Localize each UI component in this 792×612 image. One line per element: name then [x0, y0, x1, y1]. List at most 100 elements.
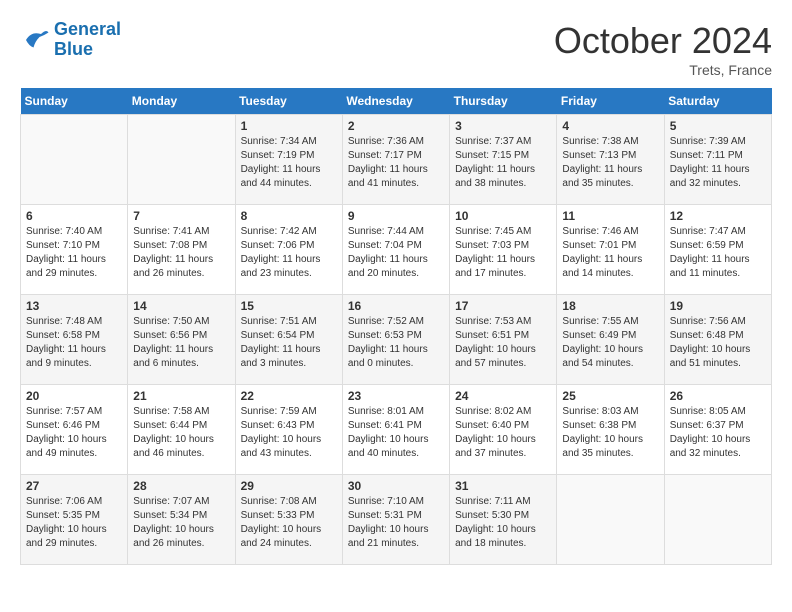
day-info: Sunrise: 7:39 AMSunset: 7:11 PMDaylight:… — [670, 135, 766, 191]
day-cell: 29 Sunrise: 7:08 AMSunset: 5:33 PMDaylig… — [235, 475, 342, 565]
day-number: 6 — [26, 209, 122, 223]
day-cell: 2 Sunrise: 7:36 AMSunset: 7:17 PMDayligh… — [342, 115, 449, 205]
day-info: Sunrise: 7:40 AMSunset: 7:10 PMDaylight:… — [26, 225, 122, 281]
day-cell: 30 Sunrise: 7:10 AMSunset: 5:31 PMDaylig… — [342, 475, 449, 565]
month-title: October 2024 — [554, 20, 772, 62]
day-number: 15 — [241, 299, 337, 313]
header-wednesday: Wednesday — [342, 88, 449, 115]
day-info: Sunrise: 7:41 AMSunset: 7:08 PMDaylight:… — [133, 225, 229, 281]
day-cell: 10 Sunrise: 7:45 AMSunset: 7:03 PMDaylig… — [450, 205, 557, 295]
day-cell: 28 Sunrise: 7:07 AMSunset: 5:34 PMDaylig… — [128, 475, 235, 565]
logo-line2: Blue — [54, 39, 93, 59]
day-number: 11 — [562, 209, 658, 223]
day-cell: 22 Sunrise: 7:59 AMSunset: 6:43 PMDaylig… — [235, 385, 342, 475]
day-info: Sunrise: 7:45 AMSunset: 7:03 PMDaylight:… — [455, 225, 551, 281]
week-row-4: 27 Sunrise: 7:06 AMSunset: 5:35 PMDaylig… — [21, 475, 772, 565]
week-row-3: 20 Sunrise: 7:57 AMSunset: 6:46 PMDaylig… — [21, 385, 772, 475]
calendar-header-row: SundayMondayTuesdayWednesdayThursdayFrid… — [21, 88, 772, 115]
day-number: 14 — [133, 299, 229, 313]
day-info: Sunrise: 7:44 AMSunset: 7:04 PMDaylight:… — [348, 225, 444, 281]
day-cell: 7 Sunrise: 7:41 AMSunset: 7:08 PMDayligh… — [128, 205, 235, 295]
day-info: Sunrise: 7:51 AMSunset: 6:54 PMDaylight:… — [241, 315, 337, 371]
day-info: Sunrise: 7:34 AMSunset: 7:19 PMDaylight:… — [241, 135, 337, 191]
day-cell: 14 Sunrise: 7:50 AMSunset: 6:56 PMDaylig… — [128, 295, 235, 385]
day-info: Sunrise: 7:37 AMSunset: 7:15 PMDaylight:… — [455, 135, 551, 191]
day-number: 25 — [562, 389, 658, 403]
day-info: Sunrise: 7:42 AMSunset: 7:06 PMDaylight:… — [241, 225, 337, 281]
day-info: Sunrise: 7:11 AMSunset: 5:30 PMDaylight:… — [455, 495, 551, 551]
day-info: Sunrise: 7:59 AMSunset: 6:43 PMDaylight:… — [241, 405, 337, 461]
day-cell: 6 Sunrise: 7:40 AMSunset: 7:10 PMDayligh… — [21, 205, 128, 295]
page-header: General Blue October 2024 Trets, France — [20, 20, 772, 78]
day-info: Sunrise: 7:08 AMSunset: 5:33 PMDaylight:… — [241, 495, 337, 551]
header-tuesday: Tuesday — [235, 88, 342, 115]
logo-line1: General — [54, 19, 121, 39]
day-info: Sunrise: 7:47 AMSunset: 6:59 PMDaylight:… — [670, 225, 766, 281]
day-number: 29 — [241, 479, 337, 493]
day-cell: 5 Sunrise: 7:39 AMSunset: 7:11 PMDayligh… — [664, 115, 771, 205]
day-info: Sunrise: 7:58 AMSunset: 6:44 PMDaylight:… — [133, 405, 229, 461]
day-cell: 18 Sunrise: 7:55 AMSunset: 6:49 PMDaylig… — [557, 295, 664, 385]
header-friday: Friday — [557, 88, 664, 115]
day-number: 4 — [562, 119, 658, 133]
day-cell: 23 Sunrise: 8:01 AMSunset: 6:41 PMDaylig… — [342, 385, 449, 475]
day-info: Sunrise: 7:36 AMSunset: 7:17 PMDaylight:… — [348, 135, 444, 191]
day-info: Sunrise: 7:06 AMSunset: 5:35 PMDaylight:… — [26, 495, 122, 551]
location-subtitle: Trets, France — [554, 62, 772, 78]
day-info: Sunrise: 7:38 AMSunset: 7:13 PMDaylight:… — [562, 135, 658, 191]
day-cell: 15 Sunrise: 7:51 AMSunset: 6:54 PMDaylig… — [235, 295, 342, 385]
day-info: Sunrise: 8:05 AMSunset: 6:37 PMDaylight:… — [670, 405, 766, 461]
day-cell: 17 Sunrise: 7:53 AMSunset: 6:51 PMDaylig… — [450, 295, 557, 385]
header-sunday: Sunday — [21, 88, 128, 115]
day-number: 1 — [241, 119, 337, 133]
day-info: Sunrise: 8:03 AMSunset: 6:38 PMDaylight:… — [562, 405, 658, 461]
week-row-0: 1 Sunrise: 7:34 AMSunset: 7:19 PMDayligh… — [21, 115, 772, 205]
week-row-2: 13 Sunrise: 7:48 AMSunset: 6:58 PMDaylig… — [21, 295, 772, 385]
day-cell: 26 Sunrise: 8:05 AMSunset: 6:37 PMDaylig… — [664, 385, 771, 475]
day-info: Sunrise: 7:50 AMSunset: 6:56 PMDaylight:… — [133, 315, 229, 371]
day-info: Sunrise: 7:53 AMSunset: 6:51 PMDaylight:… — [455, 315, 551, 371]
header-saturday: Saturday — [664, 88, 771, 115]
day-cell: 27 Sunrise: 7:06 AMSunset: 5:35 PMDaylig… — [21, 475, 128, 565]
day-cell: 4 Sunrise: 7:38 AMSunset: 7:13 PMDayligh… — [557, 115, 664, 205]
day-number: 24 — [455, 389, 551, 403]
day-info: Sunrise: 7:07 AMSunset: 5:34 PMDaylight:… — [133, 495, 229, 551]
day-number: 30 — [348, 479, 444, 493]
day-number: 7 — [133, 209, 229, 223]
day-number: 31 — [455, 479, 551, 493]
day-info: Sunrise: 7:48 AMSunset: 6:58 PMDaylight:… — [26, 315, 122, 371]
day-number: 28 — [133, 479, 229, 493]
day-number: 20 — [26, 389, 122, 403]
day-cell: 24 Sunrise: 8:02 AMSunset: 6:40 PMDaylig… — [450, 385, 557, 475]
calendar-table: SundayMondayTuesdayWednesdayThursdayFrid… — [20, 88, 772, 565]
day-number: 17 — [455, 299, 551, 313]
day-cell — [664, 475, 771, 565]
day-cell — [128, 115, 235, 205]
day-cell: 13 Sunrise: 7:48 AMSunset: 6:58 PMDaylig… — [21, 295, 128, 385]
day-cell: 19 Sunrise: 7:56 AMSunset: 6:48 PMDaylig… — [664, 295, 771, 385]
day-number: 19 — [670, 299, 766, 313]
day-cell: 31 Sunrise: 7:11 AMSunset: 5:30 PMDaylig… — [450, 475, 557, 565]
day-info: Sunrise: 7:46 AMSunset: 7:01 PMDaylight:… — [562, 225, 658, 281]
day-number: 16 — [348, 299, 444, 313]
day-info: Sunrise: 7:52 AMSunset: 6:53 PMDaylight:… — [348, 315, 444, 371]
day-info: Sunrise: 8:02 AMSunset: 6:40 PMDaylight:… — [455, 405, 551, 461]
logo-icon — [20, 25, 50, 55]
day-number: 5 — [670, 119, 766, 133]
day-cell — [21, 115, 128, 205]
day-cell: 21 Sunrise: 7:58 AMSunset: 6:44 PMDaylig… — [128, 385, 235, 475]
title-block: October 2024 Trets, France — [554, 20, 772, 78]
day-cell: 16 Sunrise: 7:52 AMSunset: 6:53 PMDaylig… — [342, 295, 449, 385]
week-row-1: 6 Sunrise: 7:40 AMSunset: 7:10 PMDayligh… — [21, 205, 772, 295]
day-number: 21 — [133, 389, 229, 403]
day-cell: 12 Sunrise: 7:47 AMSunset: 6:59 PMDaylig… — [664, 205, 771, 295]
day-number: 18 — [562, 299, 658, 313]
day-info: Sunrise: 7:55 AMSunset: 6:49 PMDaylight:… — [562, 315, 658, 371]
day-cell — [557, 475, 664, 565]
day-cell: 8 Sunrise: 7:42 AMSunset: 7:06 PMDayligh… — [235, 205, 342, 295]
day-number: 12 — [670, 209, 766, 223]
day-number: 23 — [348, 389, 444, 403]
day-info: Sunrise: 8:01 AMSunset: 6:41 PMDaylight:… — [348, 405, 444, 461]
day-info: Sunrise: 7:57 AMSunset: 6:46 PMDaylight:… — [26, 405, 122, 461]
header-thursday: Thursday — [450, 88, 557, 115]
